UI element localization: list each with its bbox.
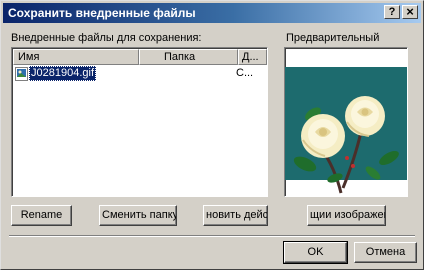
preview-label: Предварительный xyxy=(286,32,380,44)
help-button[interactable]: ? xyxy=(384,5,400,19)
column-header-folder[interactable]: Папка xyxy=(139,49,238,65)
change-folder-button[interactable]: Сменить папку... xyxy=(99,205,177,226)
column-header-name[interactable]: Имя xyxy=(13,49,139,65)
ok-button[interactable]: OK xyxy=(283,241,348,264)
gif-file-icon xyxy=(15,67,28,81)
save-embedded-files-dialog: Сохранить внедренные файлы ? × Внедренны… xyxy=(0,0,424,270)
rename-button[interactable]: Rename xyxy=(11,205,72,226)
rose-preview-image xyxy=(285,67,407,194)
column-header-date[interactable]: Д... xyxy=(238,49,267,65)
close-button[interactable]: × xyxy=(402,5,418,19)
file-date: С... xyxy=(236,67,254,79)
files-list-label: Внедренные файлы для сохранения: xyxy=(11,32,202,44)
title-bar[interactable]: Сохранить внедренные файлы ? × xyxy=(3,3,421,23)
cancel-button[interactable]: Отмена xyxy=(354,242,417,263)
preview-pane xyxy=(284,47,408,197)
embedded-files-list[interactable]: Имя Папка Д... J0281904.gif С... xyxy=(11,47,268,197)
new-action-button[interactable]: новить дейст xyxy=(203,205,268,226)
file-name[interactable]: J0281904.gif xyxy=(29,66,96,81)
separator-line xyxy=(9,235,415,237)
window-title: Сохранить внедренные файлы xyxy=(8,6,196,20)
file-row[interactable]: J0281904.gif С... xyxy=(13,66,266,82)
image-options-button[interactable]: щии изображени xyxy=(307,205,386,226)
